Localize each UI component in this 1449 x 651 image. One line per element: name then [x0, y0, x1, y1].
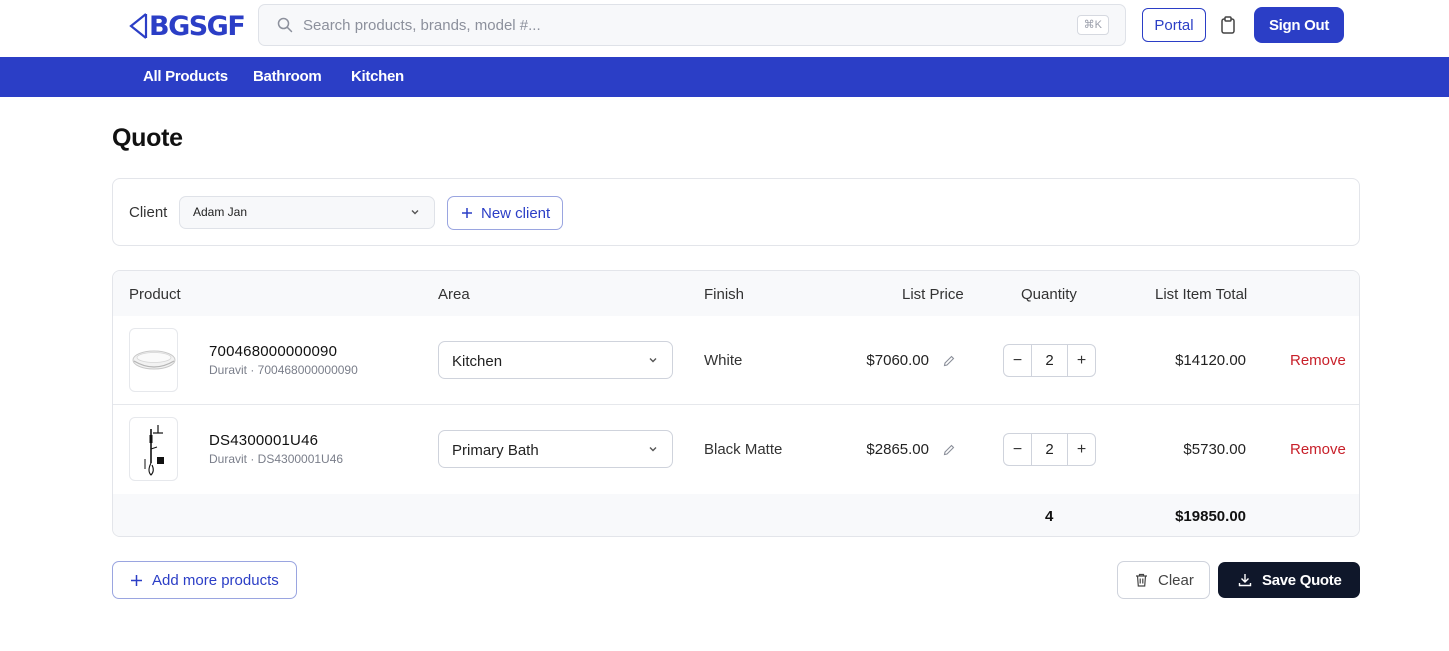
decrement-button[interactable]: − — [1004, 345, 1031, 376]
total-sum: $19850.00 — [1175, 508, 1246, 525]
plus-icon — [130, 574, 143, 587]
list-price-value: $7060.00 — [866, 352, 929, 369]
header-list-item-total: List Item Total — [1155, 286, 1248, 303]
product-subtitle: Duravit · DS4300001U46 — [209, 452, 344, 466]
search-icon — [277, 17, 293, 33]
clear-label: Clear — [1158, 571, 1194, 589]
chevron-down-icon — [411, 210, 419, 215]
area-select-value: Kitchen — [452, 353, 503, 370]
line-item-total: $5730.00 — [1183, 441, 1246, 458]
list-price-value: $2865.00 — [866, 441, 929, 458]
area-select[interactable]: Primary Bath — [438, 430, 673, 468]
header-product: Product — [129, 286, 181, 303]
table-row: 700468000000090 Duravit · 70046800000009… — [113, 316, 1359, 405]
download-icon — [1238, 573, 1252, 587]
logo-text: BGSGF — [149, 10, 246, 42]
portal-button[interactable]: Portal — [1142, 8, 1206, 42]
remove-button[interactable]: Remove — [1290, 352, 1346, 369]
pencil-edit-icon[interactable] — [942, 354, 956, 368]
finish-value: Black Matte — [704, 441, 783, 458]
search-input[interactable] — [303, 14, 1063, 36]
search-box[interactable]: ⌘K — [258, 4, 1126, 46]
area-select[interactable]: Kitchen — [438, 341, 673, 379]
table-row: DS4300001U46 Duravit · DS4300001U46 Prim… — [113, 405, 1359, 494]
product-name[interactable]: DS4300001U46 — [209, 432, 318, 449]
client-select-value: Adam Jan — [193, 205, 248, 219]
pencil-edit-icon[interactable] — [942, 443, 956, 457]
clipboard-button[interactable] — [1216, 13, 1240, 37]
brand-logo[interactable]: BGSGF — [128, 8, 246, 44]
basin-icon — [132, 350, 175, 370]
nav-bathroom[interactable]: Bathroom — [253, 68, 322, 85]
search-shortcut-badge: ⌘K — [1076, 15, 1109, 35]
product-thumbnail[interactable] — [129, 328, 178, 392]
trash-icon — [1135, 573, 1148, 587]
page-title: Quote — [112, 124, 183, 152]
chevron-down-icon — [649, 358, 657, 363]
new-client-button[interactable]: New client — [447, 196, 563, 230]
area-select-value: Primary Bath — [452, 442, 539, 459]
category-nav: All Products Bathroom Kitchen — [0, 57, 1449, 97]
quantity-stepper: − 2 + — [1003, 344, 1096, 377]
quote-table: Product Area Finish List Price Quantity … — [112, 270, 1360, 537]
nav-all-products[interactable]: All Products — [143, 68, 228, 85]
logo-mark-icon — [129, 13, 148, 39]
top-header: BGSGF ⌘K Portal Sign Out — [0, 0, 1449, 57]
total-quantity: 4 — [1045, 508, 1054, 525]
save-quote-label: Save Quote — [1262, 571, 1342, 589]
header-list-price: List Price — [902, 286, 964, 303]
product-subtitle: Duravit · 700468000000090 — [209, 363, 358, 377]
product-thumbnail[interactable] — [129, 417, 178, 481]
decrement-button[interactable]: − — [1004, 434, 1031, 465]
increment-button[interactable]: + — [1068, 434, 1095, 465]
header-area: Area — [438, 286, 470, 303]
table-totals-row: 4 $19850.00 — [113, 494, 1359, 536]
remove-button[interactable]: Remove — [1290, 441, 1346, 458]
product-name[interactable]: 700468000000090 — [209, 343, 337, 360]
finish-value: White — [704, 352, 743, 369]
client-card: Client Adam Jan New client — [112, 178, 1360, 246]
plus-icon — [461, 207, 473, 219]
header-quantity: Quantity — [1021, 286, 1077, 303]
add-more-products-button[interactable]: Add more products — [112, 561, 297, 599]
add-more-products-label: Add more products — [152, 571, 279, 589]
increment-button[interactable]: + — [1068, 345, 1095, 376]
client-label: Client — [129, 204, 168, 221]
line-item-total: $14120.00 — [1175, 352, 1246, 369]
clear-button[interactable]: Clear — [1117, 561, 1210, 599]
sign-out-button[interactable]: Sign Out — [1254, 7, 1344, 43]
quantity-value[interactable]: 2 — [1031, 345, 1068, 376]
quantity-stepper: − 2 + — [1003, 433, 1096, 466]
new-client-label: New client — [481, 204, 551, 222]
quantity-value[interactable]: 2 — [1031, 434, 1068, 465]
table-header: Product Area Finish List Price Quantity … — [113, 271, 1359, 316]
shower-icon — [144, 425, 164, 476]
header-finish: Finish — [704, 286, 745, 303]
chevron-down-icon — [649, 447, 657, 452]
client-select[interactable]: Adam Jan — [179, 196, 435, 229]
nav-kitchen[interactable]: Kitchen — [351, 68, 404, 85]
save-quote-button[interactable]: Save Quote — [1218, 562, 1360, 598]
clipboard-icon — [1221, 16, 1235, 34]
